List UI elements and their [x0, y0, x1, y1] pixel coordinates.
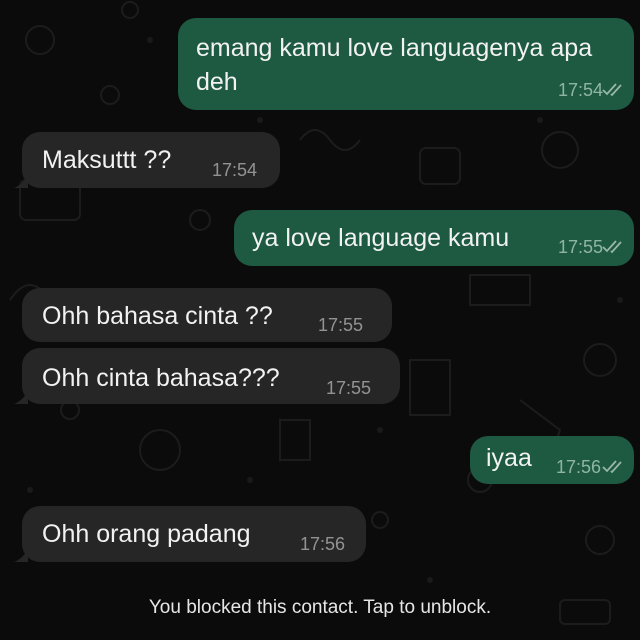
- double-check-icon: [602, 460, 622, 474]
- message-bubble-outgoing[interactable]: emang kamu love languagenya apa deh 17:5…: [178, 18, 634, 110]
- message-text: iyaa: [486, 444, 532, 472]
- message-bubble-incoming[interactable]: Ohh bahasa cinta ?? 17:55: [22, 288, 392, 342]
- bubble-tail: [14, 174, 28, 188]
- double-check-icon: [602, 240, 622, 254]
- message-text: emang kamu love languagenya apa: [196, 34, 593, 62]
- double-check-icon: [602, 83, 622, 97]
- message-text: Maksuttt ??: [42, 146, 172, 174]
- message-text: Ohh cinta bahasa???: [42, 364, 280, 392]
- message-timestamp: 17:55: [318, 315, 364, 335]
- message-bubble-incoming[interactable]: Ohh orang padang 17:56: [22, 506, 366, 562]
- message-timestamp: 17:54: [558, 80, 604, 100]
- message-bubble-incoming[interactable]: Ohh cinta bahasa??? 17:55: [22, 348, 400, 404]
- message-bubble-outgoing[interactable]: ya love language kamu 17:55: [234, 210, 634, 266]
- blocked-contact-notice[interactable]: You blocked this contact. Tap to unblock…: [0, 588, 640, 628]
- message-timestamp: 17:55: [558, 237, 604, 257]
- message-timestamp: 17:56: [556, 457, 602, 477]
- message-bubble-incoming[interactable]: Maksuttt ?? 17:54: [22, 132, 280, 188]
- message-text: ya love language kamu: [252, 224, 510, 252]
- message-timestamp: 17:55: [326, 378, 372, 398]
- message-timestamp: 17:54: [212, 160, 258, 180]
- bubble-tail: [14, 548, 28, 562]
- bubble-tail: [14, 390, 28, 404]
- message-text: Ohh orang padang: [42, 520, 251, 548]
- message-bubble-outgoing[interactable]: iyaa 17:56: [470, 436, 634, 484]
- message-text: Ohh bahasa cinta ??: [42, 302, 273, 330]
- message-text: deh: [196, 68, 238, 96]
- message-timestamp: 17:56: [300, 534, 346, 554]
